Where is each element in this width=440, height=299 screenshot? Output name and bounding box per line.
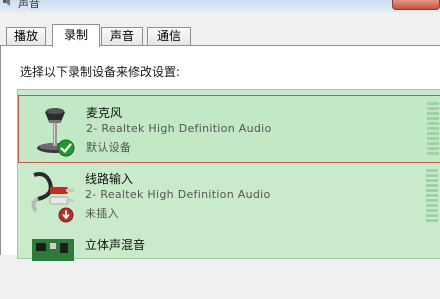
unplugged-icon	[58, 207, 74, 223]
device-description: 2- Realtek High Definition Audio	[85, 188, 271, 201]
device-name: 麦克风	[86, 106, 123, 120]
default-check-icon	[57, 139, 75, 157]
title-bar: 声音	[0, 0, 440, 12]
device-row-microphone[interactable]: 麦克风 2- Realtek High Definition Audio 默认设…	[18, 95, 440, 163]
device-name: 立体声混音	[85, 238, 146, 252]
speaker-icon	[3, 0, 10, 6]
instruction-text: 选择以下录制设备来修改设置:	[20, 65, 181, 79]
device-row-stereo-mix[interactable]: 立体声混音	[18, 231, 440, 299]
device-row-line-in[interactable]: 线路输入 2- Realtek High Definition Audio 未插…	[18, 163, 440, 231]
level-meter	[427, 102, 439, 157]
tab-communications[interactable]: 通信	[147, 27, 191, 46]
device-status: 默认设备	[86, 141, 132, 154]
tab-strip: 播放 录制 声音 通信	[0, 24, 440, 47]
device-list[interactable]: 麦克风 2- Realtek High Definition Audio 默认设…	[17, 89, 440, 261]
tab-sounds[interactable]: 声音	[101, 27, 143, 46]
device-name: 线路输入	[85, 172, 134, 186]
level-meter	[426, 169, 438, 224]
sound-card-icon	[32, 239, 74, 261]
device-status: 未插入	[85, 207, 119, 220]
device-description: 2- Realtek High Definition Audio	[86, 122, 272, 135]
window-title: 声音	[18, 0, 40, 10]
tab-playback[interactable]: 播放	[6, 27, 46, 46]
tab-recording[interactable]: 录制	[52, 24, 100, 47]
close-button[interactable]	[392, 0, 440, 10]
